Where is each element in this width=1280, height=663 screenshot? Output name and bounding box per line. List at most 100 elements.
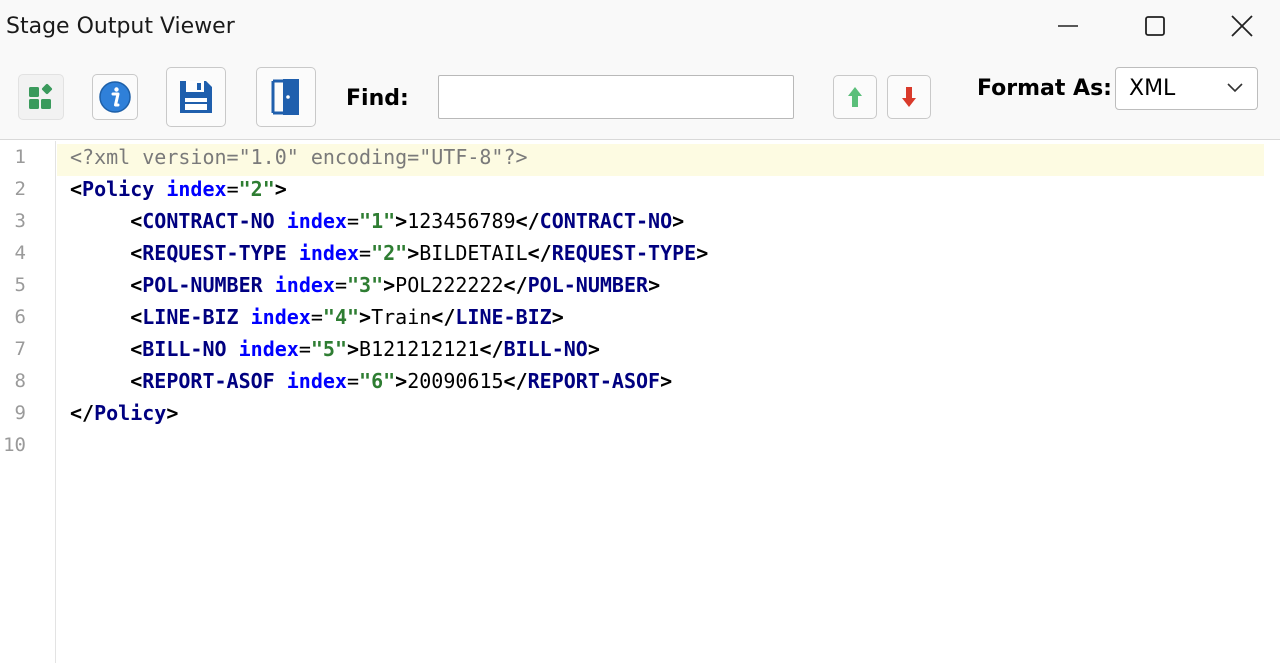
tag-name: REPORT-ASOF [142, 369, 275, 393]
xml-declaration: <?xml version="1.0" encoding="UTF-8"?> [70, 145, 528, 169]
code-line-element: <REPORT-ASOF index="6">20090615</REPORT-… [70, 365, 672, 397]
line-number: 10 [3, 434, 26, 456]
tag-bracket: > [587, 337, 600, 361]
tag-name: REQUEST-TYPE [142, 241, 287, 265]
attribute-value: "4" [322, 305, 360, 329]
attribute-name: index [286, 369, 347, 393]
tag-bracket: > [166, 401, 179, 425]
code-line-element: <BILL-NO index="5">B121212121</BILL-NO> [70, 333, 600, 365]
code-line-declaration: <?xml version="1.0" encoding="UTF-8"?> [70, 141, 528, 173]
element-text: Train [371, 305, 432, 329]
exit-button[interactable] [256, 67, 316, 127]
line-number: 5 [14, 274, 26, 296]
tag-name: LINE-BIZ [455, 305, 552, 329]
find-next-button[interactable] [887, 75, 931, 119]
attribute-equals: = [334, 273, 347, 297]
window-title: Stage Output Viewer [6, 14, 235, 39]
attribute-name: index [250, 305, 311, 329]
tag-bracket: </ [479, 337, 504, 361]
attribute-name: index [298, 241, 360, 265]
code-line-element: <LINE-BIZ index="4">Train</LINE-BIZ> [70, 301, 564, 333]
element-text: B121212121 [359, 337, 480, 361]
close-icon [1231, 15, 1253, 37]
element-text: 123456789 [407, 209, 516, 233]
tag-bracket: < [130, 241, 143, 265]
attribute-equals: = [298, 337, 311, 361]
tag-name: CONTRACT-NO [142, 209, 275, 233]
tag-bracket: < [130, 369, 143, 393]
tag-bracket: > [359, 305, 372, 329]
format-select[interactable]: XML [1115, 67, 1258, 110]
tag-bracket: > [648, 273, 661, 297]
tag-bracket: </ [431, 305, 456, 329]
attribute-value: "5" [310, 337, 347, 361]
layout-icon [29, 83, 53, 109]
attribute-name: index [274, 273, 335, 297]
line-number: 1 [14, 146, 26, 168]
find-previous-button[interactable] [833, 75, 877, 119]
find-input[interactable] [438, 75, 794, 119]
minimize-button[interactable] [1038, 2, 1098, 50]
line-number: 6 [14, 306, 26, 328]
tag-name: LINE-BIZ [142, 305, 239, 329]
tag-bracket: > [395, 209, 408, 233]
maximize-button[interactable] [1125, 2, 1185, 50]
tag-bracket: > [274, 177, 287, 201]
tag-name: CONTRACT-NO [539, 209, 673, 233]
save-button[interactable] [166, 67, 226, 127]
attribute-equals: = [226, 177, 239, 201]
tag-bracket: < [130, 305, 143, 329]
tag-bracket: </ [527, 241, 552, 265]
tag-name: REQUEST-TYPE [551, 241, 697, 265]
tag-bracket: < [130, 273, 143, 297]
tag-name: BILL-NO [503, 337, 588, 361]
tag-name: BILL-NO [142, 337, 227, 361]
minimize-icon [1058, 25, 1078, 27]
attribute-equals: = [359, 241, 372, 265]
attribute-equals: = [310, 305, 323, 329]
tag-name: POL-NUMBER [142, 273, 263, 297]
tag-name: REPORT-ASOF [527, 369, 661, 393]
find-label: Find: [346, 86, 409, 111]
format-as-label: Format As: [977, 76, 1112, 101]
tag-bracket: > [395, 369, 408, 393]
attribute-name: index [166, 177, 227, 201]
line-number-gutter: 1 2 3 4 5 6 7 8 9 10 [0, 141, 56, 663]
chevron-down-icon [1227, 83, 1243, 93]
title-bar: Stage Output Viewer [0, 0, 1280, 54]
attribute-value: "2" [371, 241, 408, 265]
code-line-element: <POL-NUMBER index="3">POL222222</POL-NUM… [70, 269, 660, 301]
attribute-equals: = [346, 209, 360, 233]
tag-bracket: </ [503, 369, 528, 393]
tag-bracket: > [347, 337, 360, 361]
element-text: 20090615 [407, 369, 504, 393]
line-number: 3 [14, 210, 26, 232]
tag-name: Policy [82, 177, 155, 201]
line-number: 2 [14, 178, 26, 200]
info-button[interactable] [92, 74, 138, 120]
attribute-value: "6" [359, 369, 396, 393]
attribute-value: "1" [359, 209, 396, 233]
xml-editor[interactable]: 1 2 3 4 5 6 7 8 9 10 <?xml version="1.0"… [0, 141, 1280, 663]
line-number: 9 [14, 402, 26, 424]
line-number: 7 [14, 338, 26, 360]
close-button[interactable] [1212, 2, 1272, 50]
format-selected-value: XML [1129, 76, 1176, 101]
tag-bracket: > [696, 241, 709, 265]
layout-button[interactable] [18, 74, 64, 120]
arrow-down-icon [902, 87, 916, 107]
toolbar: Find: Format As: XML [0, 54, 1280, 140]
attribute-value: "2" [238, 177, 275, 201]
arrow-up-icon [848, 87, 862, 107]
